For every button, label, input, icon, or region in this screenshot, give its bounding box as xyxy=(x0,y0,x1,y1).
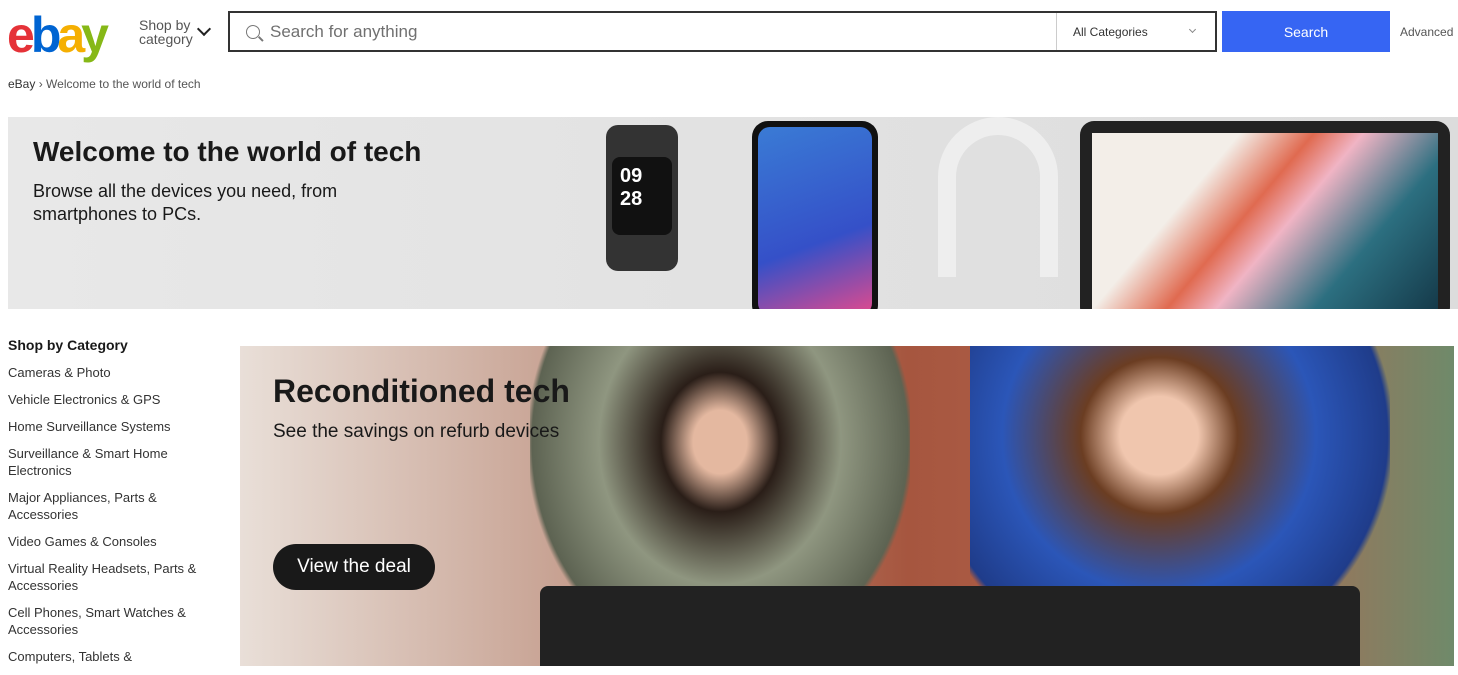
sidebar-title: Shop by Category xyxy=(8,337,128,353)
search-button[interactable]: Search xyxy=(1222,11,1390,52)
category-sidebar: Shop by Category Cameras & Photo Vehicle… xyxy=(8,337,198,675)
watch-time-hour: 09 xyxy=(620,165,643,187)
sidebar-item[interactable]: Video Games & Consoles xyxy=(8,533,198,550)
search-input[interactable] xyxy=(270,21,1040,42)
hero-subtitle: Browse all the devices you need, from sm… xyxy=(33,181,338,224)
promo-banner[interactable]: Reconditioned tech See the savings on re… xyxy=(240,346,1454,666)
sidebar-item[interactable]: Cameras & Photo xyxy=(8,364,198,381)
sidebar-item[interactable]: Cell Phones, Smart Watches & Accessories xyxy=(8,604,198,638)
search-bar: All Categories xyxy=(228,11,1217,52)
hero-title: Welcome to the world of tech xyxy=(33,136,422,167)
tablet-image xyxy=(1080,121,1450,309)
sidebar-item[interactable]: Surveillance & Smart Home Electronics xyxy=(8,445,198,479)
headphones-image xyxy=(938,117,1058,277)
smartphone-image xyxy=(752,121,878,309)
sidebar-item[interactable]: Vehicle Electronics & GPS xyxy=(8,391,198,408)
view-deal-button[interactable]: View the deal xyxy=(273,544,435,590)
category-select[interactable]: All Categories xyxy=(1056,13,1215,50)
ebay-logo[interactable]: ebay xyxy=(7,6,109,64)
watch-time-minute: 28 xyxy=(620,188,643,210)
breadcrumb-current: Welcome to the world of tech xyxy=(46,77,201,91)
smartwatch-image: 09 28 xyxy=(606,125,678,271)
sidebar-item[interactable]: Home Surveillance Systems xyxy=(8,418,198,435)
chevron-down-icon xyxy=(1188,25,1197,34)
sidebar-item[interactable]: Major Appliances, Parts & Accessories xyxy=(8,489,198,523)
shop-by-category-button[interactable]: Shop by category xyxy=(139,18,193,46)
breadcrumb: eBay › Welcome to the world of tech xyxy=(8,77,201,91)
search-icon xyxy=(246,24,260,39)
chevron-down-icon[interactable] xyxy=(196,21,212,37)
category-select-value: All Categories xyxy=(1073,24,1148,39)
promo-subtitle: See the savings on refurb devices xyxy=(273,421,560,442)
advanced-search-link[interactable]: Advanced xyxy=(1400,25,1453,39)
shop-by-label: Shop by xyxy=(139,17,191,33)
sidebar-item[interactable]: Virtual Reality Headsets, Parts & Access… xyxy=(8,560,198,594)
breadcrumb-separator: › xyxy=(38,77,43,91)
shop-by-label-2: category xyxy=(139,31,193,47)
laptop-image xyxy=(540,586,1360,666)
hero-banner[interactable]: Welcome to the world of tech Browse all … xyxy=(8,117,1458,309)
sidebar-item[interactable]: Computers, Tablets & xyxy=(8,648,198,665)
promo-title: Reconditioned tech xyxy=(273,373,570,409)
breadcrumb-home[interactable]: eBay xyxy=(8,77,35,91)
